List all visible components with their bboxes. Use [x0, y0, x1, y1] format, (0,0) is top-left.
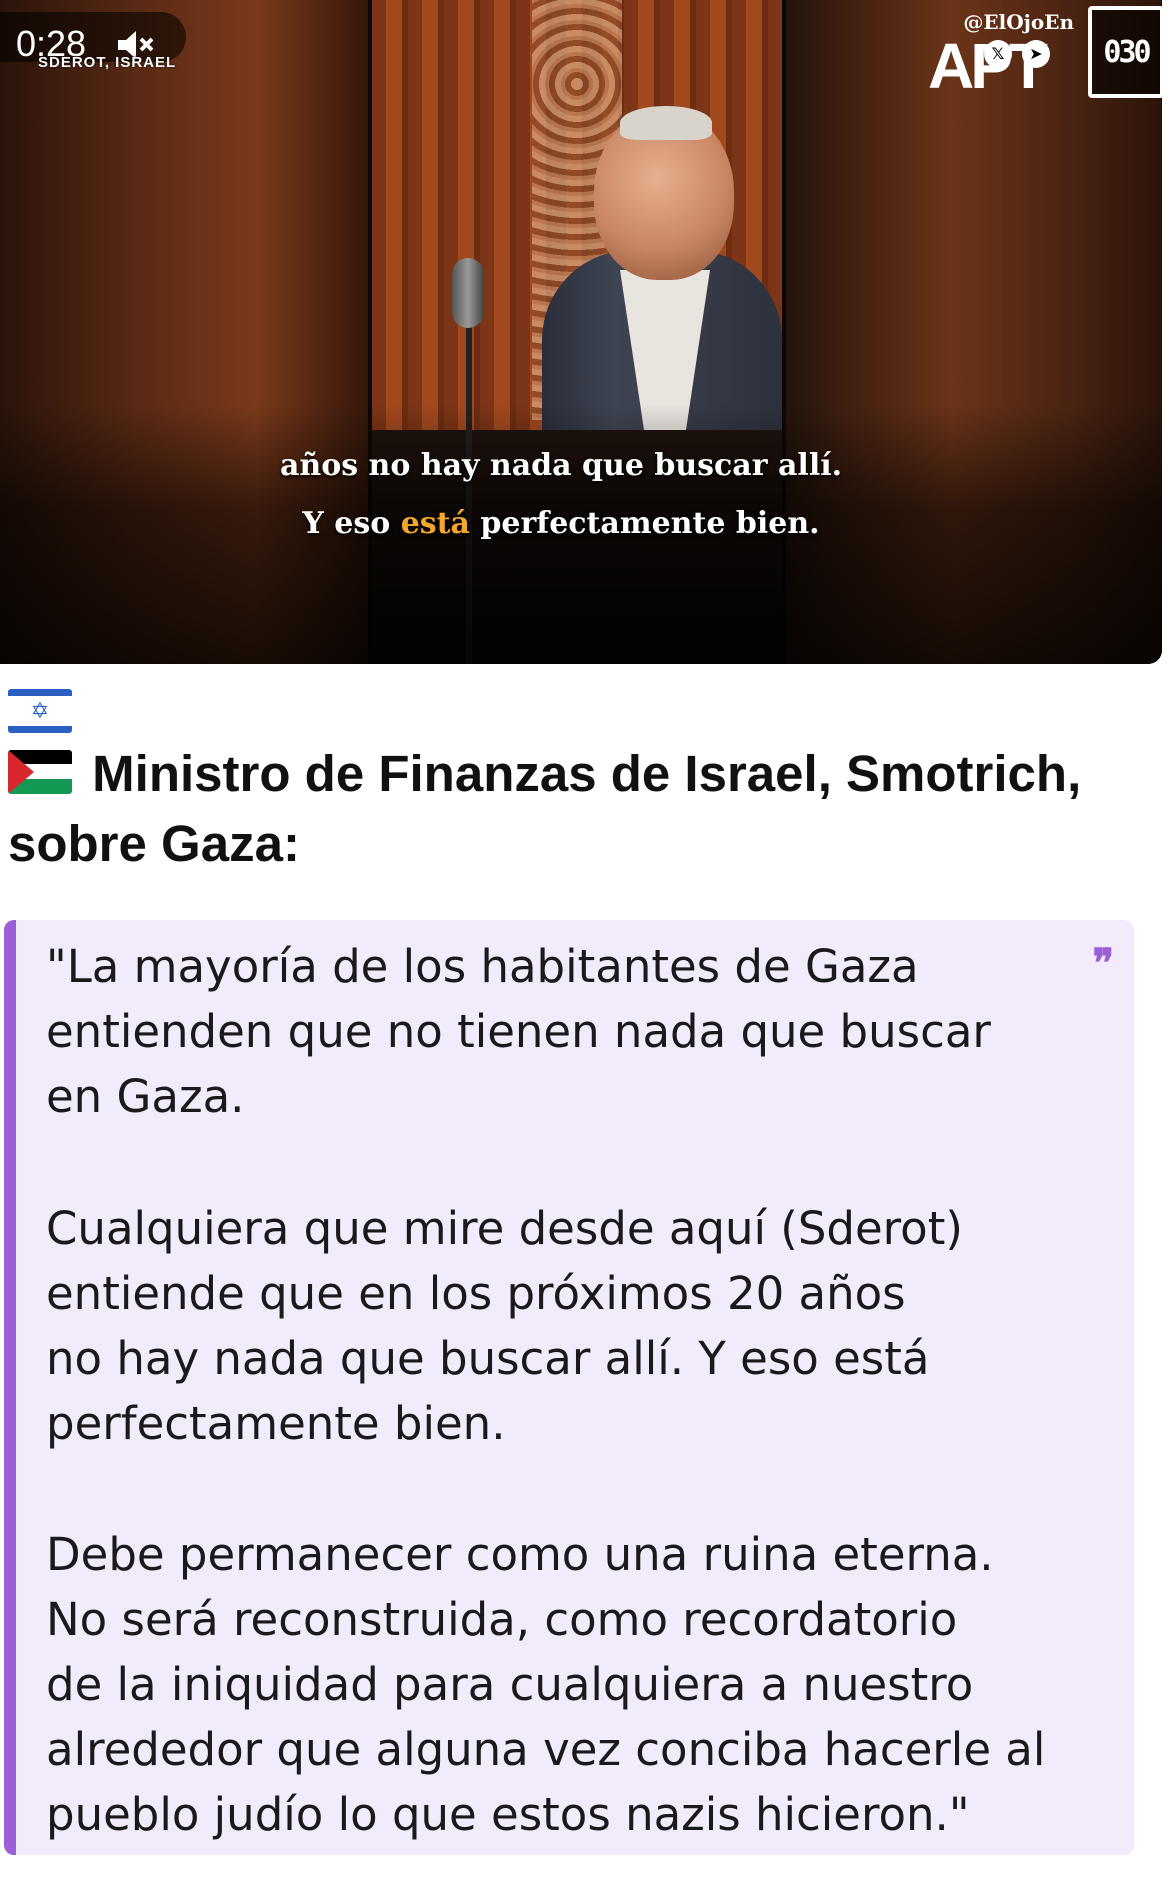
video-subtitle-line1: años no hay nada que buscar allí.	[279, 448, 843, 483]
quote-paragraph: "La mayoría de los habitantes de Gaza en…	[46, 940, 991, 1123]
speaker-kippah	[620, 106, 712, 140]
microphone	[452, 258, 484, 328]
quote-block: ❞ "La mayoría de los habitantes de Gaza …	[4, 920, 1134, 1855]
subtitle-highlight: está	[400, 506, 470, 541]
video-subtitle-line2: Y eso está perfectamente bien.	[0, 506, 1142, 541]
video-location-label: SDEROT, ISRAEL	[38, 54, 177, 71]
palestine-flag-icon	[8, 749, 72, 794]
subtitle-text: Y eso	[302, 506, 401, 541]
telegram-icon: ➤	[1022, 40, 1050, 68]
subtitle-text: perfectamente bien.	[469, 506, 820, 541]
video-player[interactable]: 0:28 SDEROT, ISRAEL @ElOjoEn APT 𝕏 ➤ 030…	[0, 0, 1162, 664]
headline-text: Ministro de Finanzas de Israel, Smotrich…	[8, 745, 1082, 872]
x-icon: 𝕏	[984, 40, 1012, 68]
quote-paragraph: Cualquiera que mire desde aquí (Sderot) …	[46, 1202, 963, 1450]
israel-flag-icon: ✡	[8, 689, 72, 733]
post-headline: ✡ Ministro de Finanzas de Israel, Smotri…	[8, 689, 1128, 879]
quote-paragraph: Debe permanecer como una ruina eterna. N…	[46, 1528, 1046, 1841]
quote-icon: ❞	[1092, 940, 1114, 987]
channel-logo: 030	[1088, 6, 1162, 98]
